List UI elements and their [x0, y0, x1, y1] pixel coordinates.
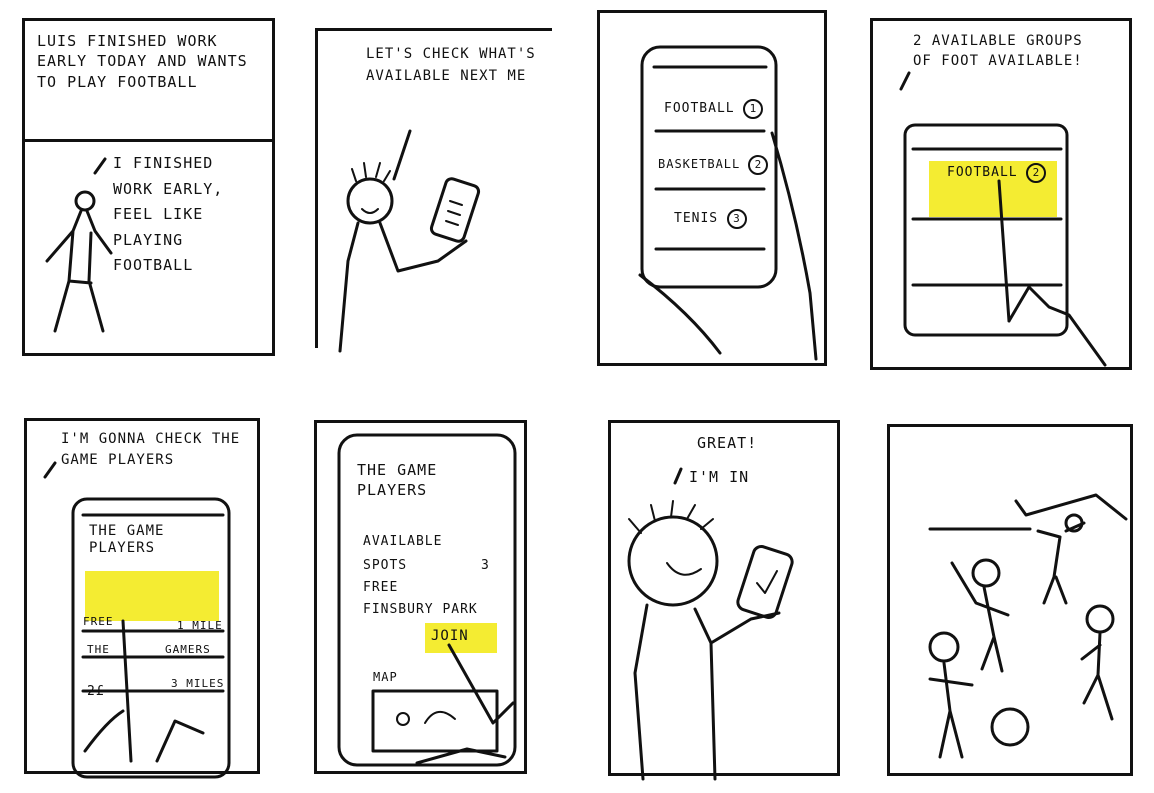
players-row-2-right: GAMERS	[165, 643, 211, 656]
join-button[interactable]: JOIN	[431, 627, 469, 646]
spots-label: SPOTS	[363, 558, 408, 573]
spots-count: 3	[481, 558, 490, 573]
football-group-row[interactable]: FOOTBALL 2	[947, 163, 1047, 183]
storyboard-panel-2: Let's check what's available next me	[315, 28, 552, 353]
sport-item-label: FOOTBALL	[664, 101, 735, 116]
phone-players-list-drawing	[43, 461, 231, 779]
sport-item-basketball[interactable]: BASKETBALL 2	[658, 155, 769, 175]
players-row-2-left: THE	[87, 643, 110, 656]
players-row-3-right: 3 MILES	[171, 677, 225, 690]
price-label: FREE	[363, 580, 399, 595]
available-label: AVAILABLE	[363, 534, 443, 549]
players-row-1-left: FREE	[83, 615, 114, 628]
person-checking-phone-drawing	[338, 129, 481, 353]
players-row-3-left: 2£	[87, 684, 105, 699]
storyboard-panel-7: GREAT! I'M IN	[608, 420, 840, 781]
storyboard-panel-3: FOOTBALL 1 BASKETBALL 2 TENIS 3	[597, 10, 827, 366]
stick-figure-drawing	[45, 157, 113, 333]
storyboard-panel-8	[887, 424, 1133, 776]
storyboard-panel-5: I'm gonna check the game players THE GAM…	[24, 418, 260, 779]
players-row-1-right: 1 MILE	[177, 619, 223, 632]
sport-item-football[interactable]: FOOTBALL 1	[664, 99, 764, 119]
storyboard-panel-6: THE GAME PLAYERS AVAILABLE SPOTS 3 FREE …	[314, 420, 527, 774]
sport-item-count: 2	[748, 155, 769, 175]
sport-item-label: BASKETBALL	[658, 157, 741, 171]
sport-item-count: 1	[743, 99, 764, 119]
location-label: FINSBURY PARK	[363, 602, 478, 617]
players-title: THE GAME PLAYERS	[89, 523, 165, 556]
sport-item-count: 3	[726, 209, 747, 229]
hand-holding-phone-drawing	[638, 45, 818, 361]
football-match-drawing	[928, 493, 1128, 759]
row-count: 2	[1026, 163, 1047, 183]
row-label: FOOTBALL	[947, 165, 1018, 180]
storyboard-panel-1: Luis finished work early today and wants…	[22, 18, 275, 356]
happy-person-drawing	[627, 467, 794, 781]
phone-tap-football-drawing	[899, 71, 1107, 367]
game-title: THE GAME PLAYERS	[357, 461, 438, 499]
sport-item-label: TENIS	[674, 211, 719, 226]
map-label: MAP	[373, 670, 398, 684]
storyboard-panel-4: 2 available groups of foot available! FO…	[870, 18, 1132, 370]
sport-item-tenis[interactable]: TENIS 3	[674, 209, 747, 229]
